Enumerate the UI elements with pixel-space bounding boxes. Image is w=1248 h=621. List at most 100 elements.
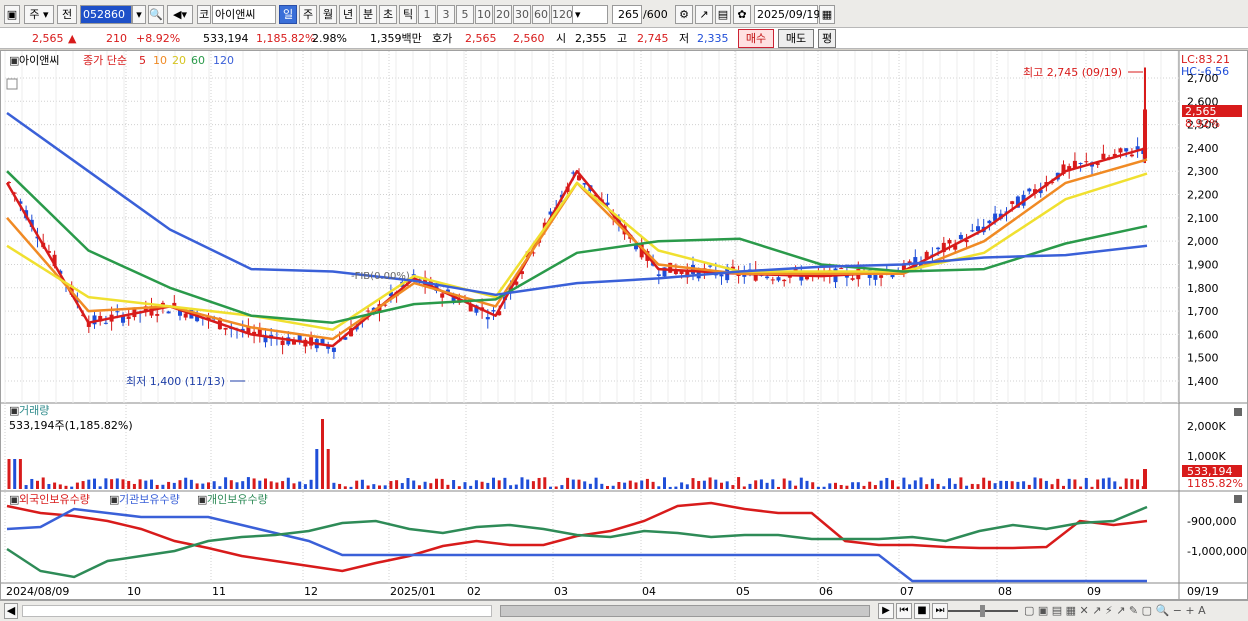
- period-button-3[interactable]: 년: [339, 5, 357, 24]
- ma-line-120: [6, 111, 1148, 297]
- interval-input[interactable]: ▾: [572, 5, 608, 24]
- footer-nav-button-2[interactable]: ■: [914, 603, 930, 619]
- sell-button[interactable]: 매도: [778, 29, 814, 48]
- volume-title: 거래량: [19, 404, 49, 417]
- period-button-1[interactable]: 주: [299, 5, 317, 24]
- panel-menu-icon[interactable]: ▣: [9, 54, 19, 67]
- volume-bar: [315, 449, 319, 489]
- volume-bar: [30, 478, 34, 489]
- volume-bar: [343, 486, 347, 489]
- zoom-slider-handle[interactable]: [980, 605, 985, 617]
- period-button-0[interactable]: 일: [279, 5, 297, 24]
- layout-icons[interactable]: ▢ ▣ ▤ ▦ ✕ ↗ ⚡ ↗ ✎ ▢ 🔍 − + A: [1024, 603, 1206, 618]
- window-icon[interactable]: ▣: [4, 5, 20, 24]
- period-button-5[interactable]: 초: [379, 5, 397, 24]
- volume-bar: [184, 477, 188, 489]
- volume-bar: [349, 486, 353, 489]
- volume-bar: [281, 481, 285, 489]
- y-tick-label: 2,200: [1187, 189, 1219, 202]
- volume-bar: [195, 483, 199, 489]
- market-label: 코: [197, 5, 211, 24]
- volume-value: 533,194: [203, 32, 249, 45]
- y-tick-label: 1,500: [1187, 352, 1219, 365]
- volume-bar: [321, 419, 324, 489]
- chart-toolbar: ▣ 주 ▾ 전 052860 ▾ 🔍 ◀▾ 코 아이앤씨 일주월년분초틱 135…: [0, 0, 1248, 28]
- volume-bar: [383, 485, 387, 489]
- volume-bar: [828, 483, 832, 489]
- period-button-2[interactable]: 월: [319, 5, 337, 24]
- volume-axis-label: 2,000K: [1187, 420, 1226, 433]
- interval-button-5[interactable]: 5: [456, 5, 474, 24]
- interval-button-3[interactable]: 3: [437, 5, 455, 24]
- volume-bar: [332, 482, 336, 489]
- chart-svg[interactable]: 1,400 1,500 1,600 1,700 1,800 1,900 2,000 2,100…: [1, 51, 1247, 599]
- code-dropdown-icon[interactable]: ▾: [132, 5, 146, 24]
- period-button-4[interactable]: 분: [359, 5, 377, 24]
- volume-bar: [680, 482, 684, 489]
- high-annotation: 최고 2,745 (09/19): [1023, 66, 1122, 79]
- candle-body: [879, 275, 884, 278]
- holding-panel-close-icon[interactable]: [1234, 495, 1242, 503]
- volume-bar: [360, 479, 364, 489]
- indicator-icon[interactable]: ⚙: [675, 5, 693, 24]
- candle-body: [366, 310, 371, 312]
- eval-button[interactable]: 평: [818, 29, 836, 48]
- volume-bar: [378, 485, 381, 489]
- volume-bar: [628, 480, 632, 489]
- interval-button-60[interactable]: 60: [532, 5, 550, 24]
- period-button-6[interactable]: 틱: [399, 5, 417, 24]
- volume-bar: [36, 480, 39, 489]
- trade-amount: 1,359백만: [370, 32, 422, 45]
- draw-icon[interactable]: ↗: [695, 5, 713, 24]
- volume-bar: [1119, 486, 1122, 489]
- volume-bar: [167, 481, 171, 489]
- interval-button-20[interactable]: 20: [494, 5, 512, 24]
- save-icon[interactable]: ▤: [715, 5, 731, 24]
- volume-bar: [993, 483, 997, 489]
- scroll-thumb[interactable]: [500, 605, 870, 617]
- calendar-icon[interactable]: ▦: [819, 5, 835, 24]
- institution-holding-label: 기관보유수량: [119, 493, 180, 506]
- candle-body: [668, 262, 673, 273]
- volume-bar: [1096, 479, 1100, 489]
- interval-button-120[interactable]: 120: [551, 5, 573, 24]
- scroll-track[interactable]: [22, 605, 492, 617]
- x-tick-label: 03: [554, 585, 568, 598]
- volume-panel-menu-icon[interactable]: ▣: [9, 404, 19, 417]
- volume-bar: [1062, 485, 1065, 489]
- prev-button[interactable]: 전: [57, 5, 77, 24]
- volume-bar: [252, 478, 256, 489]
- volume-bar: [640, 480, 644, 489]
- candle-body: [1027, 188, 1032, 192]
- stock-code-input[interactable]: 052860: [80, 5, 132, 24]
- interval-button-30[interactable]: 30: [513, 5, 531, 24]
- interval-button-10[interactable]: 10: [475, 5, 493, 24]
- volume-bar: [189, 479, 193, 489]
- volume-bar: [782, 478, 786, 489]
- volume-bar: [1016, 481, 1020, 489]
- volume-bar: [685, 484, 689, 489]
- volume-bar: [121, 479, 125, 489]
- zoom-box-icon[interactable]: [6, 78, 18, 90]
- volume-bar: [702, 480, 706, 489]
- chart-area[interactable]: 1,400 1,500 1,600 1,700 1,800 1,900 2,000 2,100…: [0, 50, 1248, 600]
- gear-icon[interactable]: ✿: [733, 5, 751, 24]
- search-icon[interactable]: 🔍: [148, 5, 164, 24]
- stock-name-field[interactable]: 아이앤씨: [212, 5, 276, 24]
- volume-bar: [999, 480, 1003, 489]
- volume-panel-close-icon[interactable]: [1234, 408, 1242, 416]
- interval-button-1[interactable]: 1: [418, 5, 436, 24]
- footer-nav-button-3[interactable]: ⏭: [932, 603, 948, 619]
- candle-body: [776, 277, 781, 281]
- footer-nav-button-0[interactable]: ▶: [878, 603, 894, 619]
- low-annotation: 최저 1,400 (11/13): [126, 375, 225, 388]
- volume-bar: [925, 484, 929, 489]
- date-input[interactable]: 2025/09/19: [754, 5, 820, 24]
- holding-panel-menu-icon[interactable]: ▣: [9, 493, 19, 506]
- speaker-icon[interactable]: ◀▾: [167, 5, 193, 24]
- footer-nav-button-1[interactable]: ⏮: [896, 603, 912, 619]
- period-select[interactable]: 주 ▾: [24, 5, 54, 24]
- scroll-left-icon[interactable]: ◀: [4, 603, 18, 619]
- count-input[interactable]: 265: [612, 5, 642, 24]
- buy-button[interactable]: 매수: [738, 29, 774, 48]
